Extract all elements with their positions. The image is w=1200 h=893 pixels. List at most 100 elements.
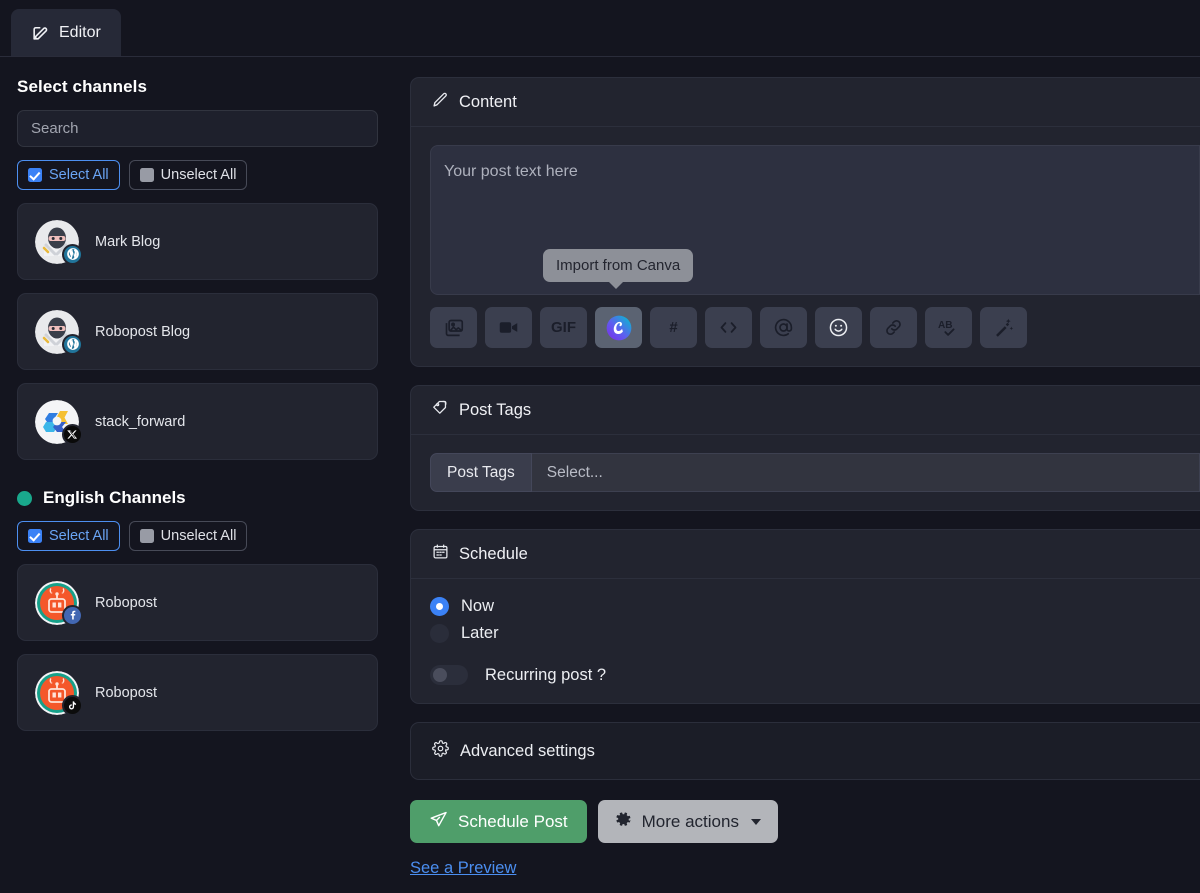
send-icon (429, 810, 448, 834)
edit-square-icon (31, 23, 50, 42)
content-card-title: Content (459, 92, 517, 111)
tab-bar: Editor (0, 0, 1200, 57)
schedule-option-now[interactable]: Now (430, 597, 1200, 616)
magic-wand-icon[interactable] (980, 307, 1027, 348)
radio-empty-icon (430, 624, 449, 643)
tab-editor[interactable]: Editor (11, 9, 121, 56)
channel-name: Robopost Blog (95, 323, 191, 340)
more-actions-label: More actions (641, 811, 739, 831)
canva-icon[interactable] (595, 307, 642, 348)
recurring-post-label: Recurring post ? (485, 665, 607, 684)
gear-icon (615, 811, 632, 833)
chevron-down-icon (750, 818, 761, 825)
avatar (35, 399, 83, 445)
channel-name: Robopost (95, 684, 158, 701)
emoji-icon[interactable] (815, 307, 862, 348)
advanced-settings-label: Advanced settings (460, 741, 595, 760)
tiktok-badge (62, 694, 83, 716)
avatar (35, 580, 83, 626)
tag-icon (432, 399, 449, 421)
radio-selected-icon (430, 597, 449, 616)
search-input[interactable] (17, 110, 378, 147)
more-actions-button[interactable]: More actions (597, 800, 778, 843)
schedule-card-title: Schedule (459, 544, 528, 563)
channel-group-header: English Channels (17, 488, 378, 508)
channel-name: stack_forward (95, 413, 186, 430)
channel-list-item[interactable]: stack_forward (17, 383, 378, 460)
action-bar: Schedule Post More actions (410, 800, 1200, 843)
avatar (35, 670, 83, 716)
channels-sidebar: Select channels Select All Unselect All (0, 57, 395, 893)
schedule-post-button[interactable]: Schedule Post (410, 800, 587, 843)
editor-main: Content Your post text here Import from … (395, 57, 1200, 893)
mention-icon[interactable] (760, 307, 807, 348)
channel-name: Robopost (95, 594, 158, 611)
avatar (35, 309, 83, 355)
gif-icon-label: GIF (551, 319, 576, 336)
video-icon[interactable] (485, 307, 532, 348)
checkbox-empty-icon (139, 168, 154, 182)
channel-list-item[interactable]: Mark Blog (17, 203, 378, 280)
schedule-post-label: Schedule Post (458, 811, 568, 831)
gif-icon[interactable]: GIF (540, 307, 587, 348)
gear-icon (432, 740, 449, 762)
post-tags-card: Post Tags Post Tags Select... (410, 385, 1200, 511)
schedule-card-body: Now Later Recurring post ? (411, 579, 1200, 703)
channel-list-item[interactable]: Robopost Blog (17, 293, 378, 370)
editor-toolbar: Import from Canva GIF # AB (430, 249, 1200, 348)
select-all-label: Select All (49, 167, 109, 183)
tab-editor-label: Editor (59, 23, 101, 41)
checkbox-checked-icon (28, 529, 42, 543)
content-card-header: Content (411, 78, 1200, 127)
see-preview-link[interactable]: See a Preview (410, 859, 516, 878)
schedule-option-later[interactable]: Later (430, 624, 1200, 643)
group-unselect-all-label: Unselect All (160, 528, 237, 544)
post-tags-field-label: Post Tags (430, 453, 532, 492)
recurring-post-row: Recurring post ? (430, 665, 1200, 685)
post-tags-field: Post Tags Select... (430, 453, 1200, 492)
schedule-card: Schedule Now Later Recurring post ? (410, 529, 1200, 704)
wordpress-badge (62, 333, 83, 355)
post-tags-select-placeholder: Select... (546, 463, 603, 481)
recurring-post-toggle[interactable] (430, 665, 468, 685)
sidebar-title: Select channels (17, 77, 148, 96)
group-select-all-button[interactable]: Select All (17, 521, 120, 551)
canva-tooltip: Import from Canva (543, 249, 694, 289)
post-tags-card-header: Post Tags (411, 386, 1200, 435)
schedule-option-later-label: Later (461, 624, 499, 642)
link-icon[interactable] (870, 307, 917, 348)
channel-name: Mark Blog (95, 233, 161, 250)
channel-list-item[interactable]: Robopost (17, 654, 378, 731)
hashtag-icon[interactable]: # (650, 307, 697, 348)
group-label: English Channels (43, 488, 186, 507)
channel-list-item[interactable]: Robopost (17, 564, 378, 641)
post-tags-card-title: Post Tags (459, 400, 532, 419)
hashtag-icon-label: # (669, 319, 678, 336)
select-controls-global: Select All Unselect All (17, 160, 378, 190)
select-controls-group: Select All Unselect All (17, 521, 378, 551)
wordpress-badge (62, 243, 83, 265)
calendar-icon (432, 543, 449, 565)
post-tags-select[interactable]: Select... (531, 453, 1200, 492)
group-select-all-label: Select All (49, 528, 109, 544)
checkbox-checked-icon (28, 168, 42, 182)
group-unselect-all-button[interactable]: Unselect All (128, 521, 248, 551)
schedule-option-now-label: Now (461, 597, 495, 615)
content-card-body: Your post text here Import from Canva GI… (411, 127, 1200, 366)
facebook-badge (62, 604, 83, 626)
image-icon[interactable] (430, 307, 477, 348)
advanced-settings-panel[interactable]: Advanced settings (410, 722, 1200, 780)
select-all-button[interactable]: Select All (17, 160, 120, 190)
spellcheck-icon[interactable]: AB (925, 307, 972, 348)
unselect-all-label: Unselect All (160, 167, 237, 183)
content-card: Content Your post text here Import from … (410, 77, 1200, 367)
unselect-all-button[interactable]: Unselect All (128, 160, 248, 190)
schedule-card-header: Schedule (411, 530, 1200, 579)
group-color-dot (17, 490, 32, 506)
checkbox-empty-icon (139, 529, 154, 543)
post-text-placeholder: Your post text here (444, 163, 578, 180)
x-badge (62, 423, 83, 445)
svg-text:AB: AB (938, 320, 953, 331)
code-icon[interactable] (705, 307, 752, 348)
avatar (35, 219, 83, 265)
